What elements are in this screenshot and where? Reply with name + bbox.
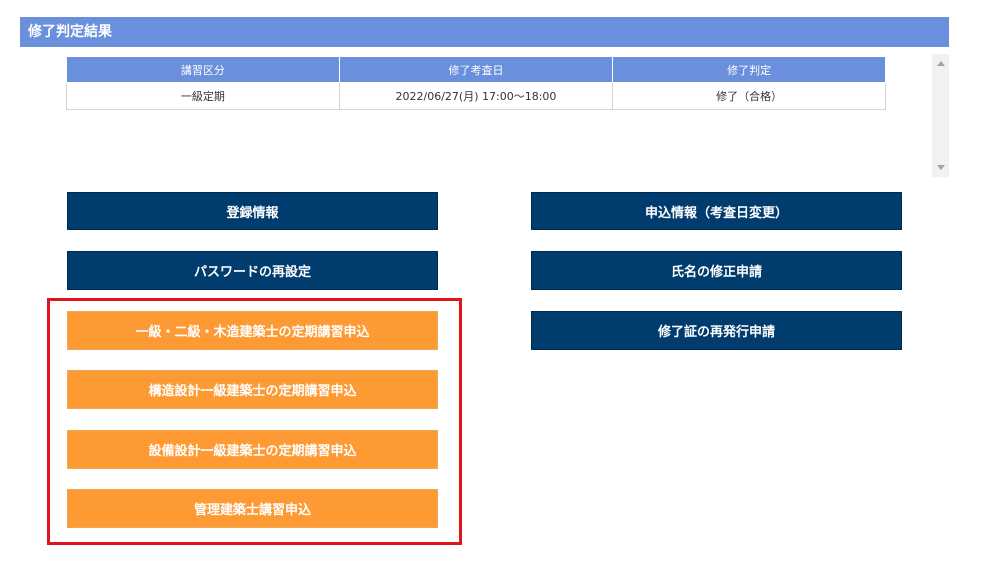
certificate-reissue-button[interactable]: 修了証の再発行申請	[531, 311, 902, 350]
table-row: 一級定期 2022/06/27(月) 17:00～18:00 修了（合格）	[66, 82, 886, 110]
column-header-judgement: 修了判定	[612, 56, 886, 83]
management-course-application-button[interactable]: 管理建築士講習申込	[67, 489, 438, 528]
application-info-button[interactable]: 申込情報（考査日変更）	[531, 192, 902, 230]
cell-course: 一級定期	[66, 82, 340, 110]
column-header-exam-date: 修了考査日	[338, 56, 614, 83]
name-correction-button[interactable]: 氏名の修正申請	[531, 251, 902, 290]
scroll-up-arrow-icon[interactable]	[937, 61, 945, 66]
column-header-course: 講習区分	[66, 56, 340, 83]
result-table: 講習区分 修了考査日 修了判定 一級定期 2022/06/27(月) 17:00…	[66, 56, 886, 110]
section-title: 修了判定結果	[20, 17, 949, 47]
equipment-course-application-button[interactable]: 設備設計一級建築士の定期講習申込	[67, 430, 438, 469]
regular-course-application-button[interactable]: 一級・二級・木造建築士の定期講習申込	[67, 311, 438, 350]
registration-info-button[interactable]: 登録情報	[67, 192, 438, 230]
vertical-scrollbar[interactable]	[932, 54, 949, 177]
structural-course-application-button[interactable]: 構造設計一級建築士の定期講習申込	[67, 370, 438, 409]
password-reset-button[interactable]: パスワードの再設定	[67, 251, 438, 290]
cell-judgement: 修了（合格）	[612, 82, 886, 110]
scroll-down-arrow-icon[interactable]	[937, 165, 945, 170]
result-panel: 講習区分 修了考査日 修了判定 一級定期 2022/06/27(月) 17:00…	[20, 47, 949, 177]
table-header-row: 講習区分 修了考査日 修了判定	[66, 56, 886, 83]
cell-exam-date: 2022/06/27(月) 17:00～18:00	[338, 82, 614, 110]
